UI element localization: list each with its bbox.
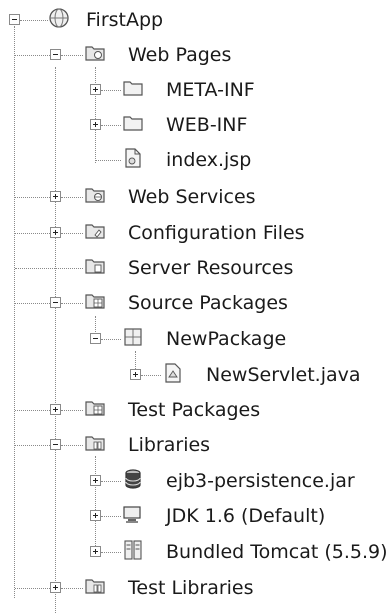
config-folder-icon bbox=[85, 224, 105, 239]
tree-node-label: META-INF bbox=[166, 79, 255, 101]
tree-line bbox=[15, 410, 50, 411]
tree-line bbox=[15, 197, 50, 198]
tree-line bbox=[20, 20, 48, 21]
tree-node-source-packages[interactable]: Source Packages bbox=[0, 288, 388, 318]
tree-node-jdk[interactable]: JDK 1.6 (Default) bbox=[0, 501, 388, 531]
expand-toggle[interactable] bbox=[50, 191, 61, 202]
web-pages-folder-icon bbox=[85, 46, 105, 61]
tree-node-label: NewServlet.java bbox=[206, 364, 361, 386]
tree-node-label: index.jsp bbox=[166, 149, 252, 171]
collapse-toggle[interactable] bbox=[50, 297, 61, 308]
tree-line bbox=[61, 197, 83, 198]
jar-icon bbox=[125, 469, 141, 489]
tree-line bbox=[61, 233, 83, 234]
tree-node-label: Test Libraries bbox=[128, 577, 254, 599]
jsp-file-icon bbox=[125, 148, 141, 168]
tree-line bbox=[15, 268, 83, 269]
tree-line bbox=[61, 55, 83, 56]
tree-node-label: Web Services bbox=[128, 186, 256, 208]
collapse-toggle[interactable] bbox=[90, 333, 101, 344]
tree-node-newservlet-java[interactable]: NewServlet.java bbox=[0, 360, 388, 390]
tree-line bbox=[101, 90, 121, 91]
test-libraries-folder-icon bbox=[85, 579, 105, 594]
expand-toggle[interactable] bbox=[90, 119, 101, 130]
expand-toggle[interactable] bbox=[130, 369, 141, 380]
tree-node-label: Bundled Tomcat (5.5.9) bbox=[166, 541, 388, 563]
tree-node-label: FirstApp bbox=[86, 9, 164, 31]
tree-node-configuration-files[interactable]: Configuration Files bbox=[0, 218, 388, 248]
folder-icon bbox=[123, 116, 143, 131]
collapse-toggle[interactable] bbox=[9, 14, 20, 25]
tree-line bbox=[95, 160, 121, 161]
jdk-icon bbox=[123, 506, 141, 523]
expand-toggle[interactable] bbox=[50, 227, 61, 238]
project-globe-icon bbox=[49, 8, 69, 28]
tree-node-firstapp[interactable]: FirstApp bbox=[0, 5, 388, 35]
tree-line bbox=[61, 588, 83, 589]
tree-node-label: Source Packages bbox=[128, 292, 288, 314]
tree-node-web-pages[interactable]: Web Pages bbox=[0, 40, 388, 70]
test-packages-folder-icon bbox=[85, 401, 105, 416]
tree-line bbox=[141, 375, 161, 376]
source-packages-folder-icon bbox=[85, 294, 105, 309]
tree-node-label: Test Packages bbox=[128, 399, 261, 421]
tree-node-meta-inf[interactable]: META-INF bbox=[0, 75, 388, 105]
tree-line bbox=[15, 233, 50, 234]
tree-node-label: JDK 1.6 (Default) bbox=[166, 505, 326, 527]
tree-node-index-jsp[interactable]: index.jsp bbox=[0, 145, 388, 175]
folder-icon bbox=[123, 81, 143, 96]
tree-line bbox=[101, 125, 121, 126]
tree-line bbox=[61, 410, 83, 411]
tree-node-label: Web Pages bbox=[128, 44, 232, 66]
tree-line bbox=[61, 303, 83, 304]
tree-node-web-inf[interactable]: WEB-INF bbox=[0, 110, 388, 140]
expand-toggle[interactable] bbox=[90, 475, 101, 486]
tree-line bbox=[15, 445, 50, 446]
tree-node-label: Configuration Files bbox=[128, 222, 305, 244]
expand-toggle[interactable] bbox=[50, 582, 61, 593]
libraries-folder-icon bbox=[85, 436, 105, 451]
tree-line bbox=[15, 55, 50, 56]
java-class-icon bbox=[165, 363, 181, 383]
expand-toggle[interactable] bbox=[50, 404, 61, 415]
tree-node-libraries[interactable]: Libraries bbox=[0, 430, 388, 460]
web-services-folder-icon bbox=[85, 188, 105, 203]
tree-node-label: ejb3-persistence.jar bbox=[166, 470, 355, 492]
tree-node-test-packages[interactable]: Test Packages bbox=[0, 395, 388, 425]
tree-line bbox=[101, 481, 121, 482]
server-resources-folder-icon bbox=[85, 259, 105, 274]
tree-line bbox=[101, 339, 121, 340]
tree-line bbox=[61, 445, 83, 446]
tree-node-bundled-tomcat[interactable]: Bundled Tomcat (5.5.9) bbox=[0, 537, 388, 567]
tree-node-label: Server Resources bbox=[128, 257, 294, 279]
tree-line bbox=[15, 588, 50, 589]
tree-node-test-libraries[interactable]: Test Libraries bbox=[0, 573, 388, 603]
tree-node-web-services[interactable]: Web Services bbox=[0, 182, 388, 212]
expand-toggle[interactable] bbox=[90, 510, 101, 521]
collapse-toggle[interactable] bbox=[50, 439, 61, 450]
server-library-icon bbox=[124, 540, 142, 560]
tree-line bbox=[101, 552, 121, 553]
tree-node-ejb3-persistence-jar[interactable]: ejb3-persistence.jar bbox=[0, 466, 388, 496]
tree-line bbox=[101, 516, 121, 517]
package-icon bbox=[124, 328, 142, 346]
project-tree: FirstApp Web Pages META-INF WEB-INF inde… bbox=[0, 0, 388, 613]
tree-line bbox=[15, 303, 50, 304]
expand-toggle[interactable] bbox=[90, 546, 101, 557]
tree-node-label: Libraries bbox=[128, 434, 211, 456]
expand-toggle[interactable] bbox=[90, 84, 101, 95]
tree-node-label: NewPackage bbox=[166, 328, 287, 350]
tree-node-label: WEB-INF bbox=[166, 114, 248, 136]
collapse-toggle[interactable] bbox=[50, 49, 61, 60]
tree-node-newpackage[interactable]: NewPackage bbox=[0, 324, 388, 354]
tree-node-server-resources[interactable]: Server Resources bbox=[0, 253, 388, 283]
